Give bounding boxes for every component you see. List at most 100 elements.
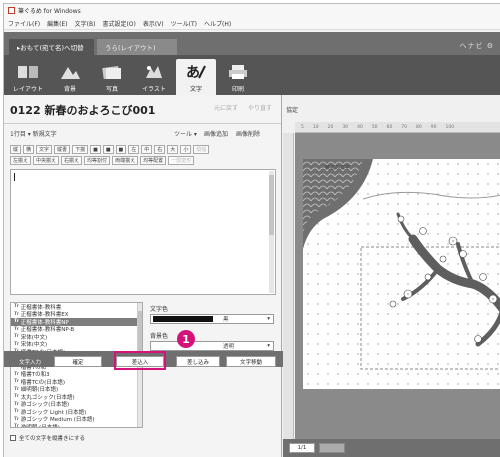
- bg-color-value: 透明: [223, 344, 235, 350]
- tool-label: レイアウト: [12, 86, 43, 93]
- background-icon: [59, 62, 81, 82]
- tools-dropdown[interactable]: ツール ▾: [174, 129, 197, 138]
- tab-layout-side[interactable]: うら(レイアウト): [97, 39, 177, 55]
- step-badge: 1: [177, 330, 195, 348]
- text-edit-panel: 0122 新春のおよろこび001 元に戻す やり直す 1行目 ▾ 新規文字 ツー…: [4, 95, 282, 457]
- text-input-area[interactable]: [10, 169, 276, 295]
- format-button[interactable]: 左: [128, 145, 140, 154]
- card-text-label: 賀正の文字: [325, 165, 351, 171]
- align-button[interactable]: 右揃え: [61, 156, 83, 165]
- preview-header: 協定: [286, 107, 299, 114]
- ruler-tick: 50: [371, 124, 378, 130]
- svg-text:あ: あ: [186, 65, 200, 81]
- menu-tools[interactable]: ツール(T): [171, 19, 197, 28]
- font-name: 游明朝 (日本語): [20, 424, 60, 428]
- tool-layout[interactable]: レイアウト: [8, 59, 48, 95]
- format-button[interactable]: 縦: [10, 145, 22, 154]
- title-bar: 筆ぐるめ for Windows: [4, 4, 500, 17]
- truetype-icon: Tr: [14, 371, 19, 377]
- text-color-select[interactable]: 黒 ▾: [150, 314, 274, 324]
- tool-text[interactable]: あ 文字: [176, 59, 216, 95]
- ruler-tick: 10: [312, 124, 319, 130]
- align-button[interactable]: 中央揃え: [33, 156, 60, 165]
- bg-color-select[interactable]: 透明 ▾: [150, 341, 274, 351]
- ruler-tick: 60: [386, 124, 393, 130]
- truetype-icon: Tr: [14, 319, 19, 325]
- ruler-tick: 30: [342, 124, 349, 130]
- page-nav-button[interactable]: [319, 443, 345, 453]
- highlight-box: [114, 351, 166, 370]
- format-button[interactable]: ■: [90, 145, 101, 154]
- text-scrollbar[interactable]: [269, 171, 274, 293]
- format-button[interactable]: 下揃: [72, 145, 89, 154]
- truetype-icon: Tr: [14, 326, 19, 332]
- font-list-item[interactable]: Tr 游明朝 (日本語): [11, 423, 142, 428]
- align-button[interactable]: 均等割付: [84, 156, 111, 165]
- tool-illustration[interactable]: イラスト: [134, 59, 174, 95]
- illustration-icon: [143, 62, 165, 82]
- menu-text[interactable]: 文字(B): [75, 19, 96, 28]
- format-button[interactable]: ■: [102, 145, 114, 154]
- text-icon: あ: [185, 62, 207, 82]
- align-button[interactable]: 一部変形: [168, 156, 195, 165]
- format-button[interactable]: ■: [115, 145, 127, 154]
- text-cursor: [14, 173, 15, 181]
- plum-blossom-illustration: [303, 159, 500, 389]
- menu-bar: ファイル(F) 編集(E) 文字(B) 書式設定(O) 表示(V) ツール(T)…: [4, 17, 500, 30]
- merge-button[interactable]: 差し込み: [176, 356, 220, 367]
- format-button[interactable]: 縦書: [54, 145, 71, 154]
- format-button[interactable]: 中: [141, 145, 153, 154]
- tab-address-side[interactable]: ▸おもて(宛て名)へ切替: [9, 39, 94, 55]
- delete-image-button[interactable]: 画像削除: [236, 129, 260, 138]
- format-button[interactable]: 小: [180, 145, 192, 154]
- align-button[interactable]: 左揃え: [10, 156, 32, 165]
- truetype-icon: Tr: [14, 341, 19, 347]
- move-text-button[interactable]: 文字移動: [226, 356, 276, 367]
- tool-photo[interactable]: 写真: [92, 59, 132, 95]
- scrollbar-thumb[interactable]: [138, 311, 142, 351]
- mode-tab-bar: ▸おもて(宛て名)へ切替 うら(レイアウト) ヘナビ ⚙: [4, 32, 500, 55]
- card-canvas[interactable]: 賀正の文字: [295, 133, 500, 439]
- format-button[interactable]: 右: [154, 145, 166, 154]
- truetype-icon: Tr: [14, 394, 19, 400]
- scrollbar-thumb[interactable]: [269, 175, 274, 235]
- tool-background[interactable]: 背景: [50, 59, 90, 95]
- menu-format[interactable]: 書式設定(O): [102, 19, 135, 28]
- format-button[interactable]: 縦幅: [193, 145, 210, 154]
- print-icon: [227, 62, 249, 82]
- undo-button[interactable]: 元に戻す: [214, 103, 238, 112]
- align-button[interactable]: 両端揃え: [112, 156, 139, 165]
- text-input-button[interactable]: 文字入力: [10, 356, 50, 367]
- truetype-icon: Tr: [14, 379, 19, 385]
- ruler-tick: 20: [327, 124, 334, 130]
- truetype-icon: Tr: [14, 409, 19, 415]
- truetype-icon: Tr: [14, 416, 19, 422]
- line-selector[interactable]: 1行目 ▾ 新規文字: [10, 129, 57, 138]
- vertical-checkbox-label: 全ての文字を縦書きにする: [19, 436, 86, 442]
- menu-file[interactable]: ファイル(F): [8, 19, 40, 28]
- align-button[interactable]: 均等配置: [140, 156, 167, 165]
- redo-button[interactable]: やり直す: [248, 103, 272, 112]
- tool-label: イラスト: [142, 86, 166, 93]
- ruler-tick: 90: [430, 124, 437, 130]
- checkbox-box[interactable]: [10, 435, 16, 441]
- truetype-icon: Tr: [14, 386, 19, 392]
- layout-icon: [17, 62, 39, 82]
- format-button[interactable]: 大: [167, 145, 179, 154]
- menu-help[interactable]: ヘルプ(H): [204, 19, 231, 28]
- navi-settings[interactable]: ヘナビ ⚙: [459, 41, 494, 51]
- chevron-down-icon: ▾: [267, 316, 270, 322]
- postcard-preview[interactable]: 賀正の文字: [303, 159, 500, 389]
- add-image-button[interactable]: 画像追加: [204, 129, 228, 138]
- vertical-checkbox[interactable]: 全ての文字を縦書きにする: [10, 434, 85, 442]
- page-indicator: 1/1: [289, 443, 315, 453]
- photo-icon: [101, 62, 123, 82]
- format-button[interactable]: 文字: [36, 145, 53, 154]
- format-button[interactable]: 横: [23, 145, 35, 154]
- document-title: 0122 新春のおよろこび001: [10, 104, 156, 117]
- menu-edit[interactable]: 編集(E): [47, 19, 67, 28]
- tool-print[interactable]: 印刷: [218, 59, 258, 95]
- tool-label: 印刷: [231, 86, 244, 93]
- menu-view[interactable]: 表示(V): [143, 19, 164, 28]
- confirm-button[interactable]: 確定: [54, 356, 102, 367]
